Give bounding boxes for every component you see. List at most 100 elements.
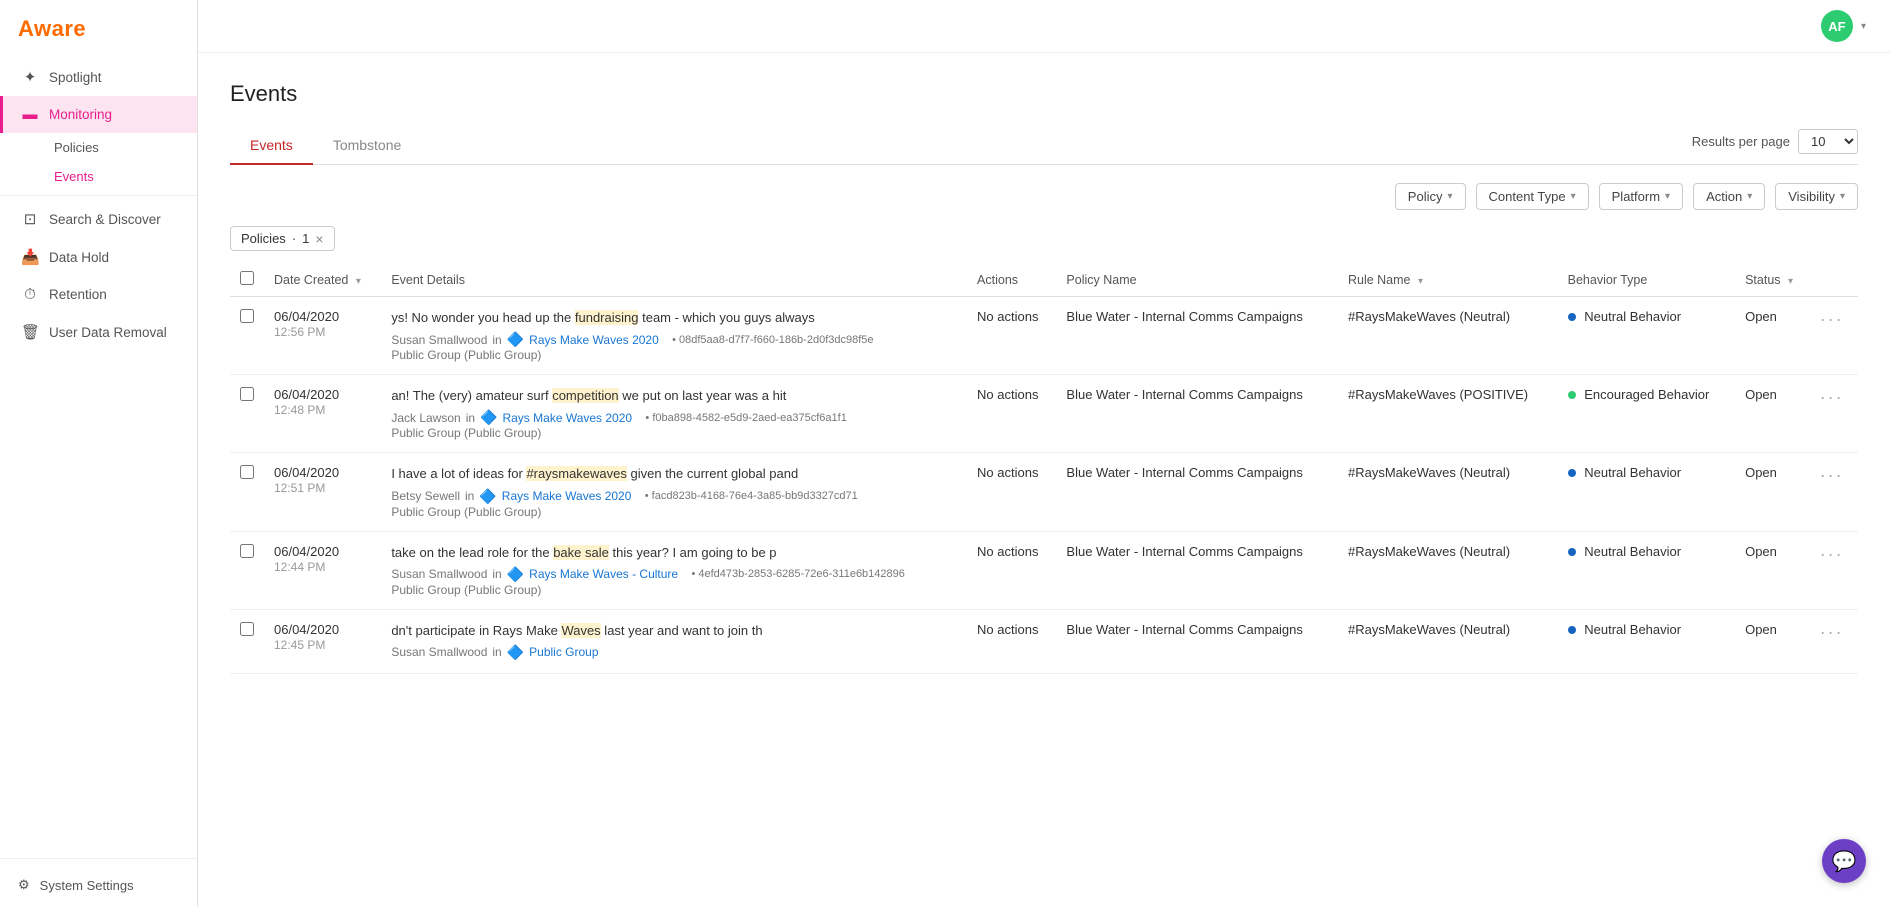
sidebar-monitoring-submenu: Policies Events xyxy=(0,133,197,191)
row-status: Open xyxy=(1735,609,1810,673)
row-group-type: Public Group (Public Group) xyxy=(391,583,957,597)
sidebar-item-search-discover[interactable]: ⊡ Search & Discover xyxy=(0,200,197,238)
user-avatar: AF xyxy=(1821,10,1853,42)
row-more-menu-cell: ··· xyxy=(1810,453,1858,531)
user-menu-chevron[interactable]: ▾ xyxy=(1861,21,1866,32)
col-date-created[interactable]: Date Created ▾ xyxy=(264,263,381,297)
table-row: 06/04/2020 12:48 PM an! The (very) amate… xyxy=(230,375,1858,453)
sidebar-item-monitoring[interactable]: ▬ Monitoring xyxy=(0,96,197,133)
row-checkbox-cell xyxy=(230,531,264,609)
row-behavior-type: Neutral Behavior xyxy=(1558,531,1735,609)
results-per-page-select[interactable]: 10 25 50 100 xyxy=(1798,129,1858,154)
row-more-menu-btn[interactable]: ··· xyxy=(1820,387,1844,407)
sidebar-item-label: Spotlight xyxy=(49,70,102,85)
sidebar-item-label: Search & Discover xyxy=(49,212,161,227)
events-table: Date Created ▾ Event Details Actions Pol… xyxy=(230,263,1858,674)
app-logo: Aware xyxy=(0,0,197,58)
sidebar-sub-item-policies[interactable]: Policies xyxy=(44,133,197,162)
row-rule-name: #RaysMakeWaves (Neutral) xyxy=(1338,609,1558,673)
col-rule-name[interactable]: Rule Name ▾ xyxy=(1338,263,1558,297)
col-policy-name: Policy Name xyxy=(1056,263,1338,297)
sidebar-nav: ✦ Spotlight ▬ Monitoring Policies Events… xyxy=(0,58,197,854)
filter-tag-policies: Policies · 1 × xyxy=(230,226,335,251)
filter-action-btn[interactable]: Action ▾ xyxy=(1693,183,1765,210)
filter-platform-btn[interactable]: Platform ▾ xyxy=(1599,183,1683,210)
behavior-dot xyxy=(1568,548,1576,556)
row-event-details[interactable]: ys! No wonder you head up the fundraisin… xyxy=(381,297,967,375)
filter-content-type-btn[interactable]: Content Type ▾ xyxy=(1476,183,1589,210)
results-per-page: Results per page 10 25 50 100 xyxy=(1692,129,1858,164)
row-checkbox[interactable] xyxy=(240,465,254,479)
platform-icon: 🔷 xyxy=(479,488,496,505)
sidebar-item-data-hold[interactable]: 📥 Data Hold xyxy=(0,238,197,276)
filter-policy-btn[interactable]: Policy ▾ xyxy=(1395,183,1466,210)
filter-tag-dot: · xyxy=(292,231,296,246)
tabs-left: Events Tombstone xyxy=(230,127,421,164)
sidebar: Aware ✦ Spotlight ▬ Monitoring Policies … xyxy=(0,0,198,907)
sidebar-item-user-data-removal[interactable]: 🗑 User Data Removal xyxy=(0,313,197,351)
row-group-type: Public Group (Public Group) xyxy=(391,426,957,440)
active-filters: Policies · 1 × xyxy=(230,226,1858,251)
row-date: 06/04/2020 12:44 PM xyxy=(264,531,381,609)
row-checkbox-cell xyxy=(230,453,264,531)
sort-icon: ▾ xyxy=(1788,276,1793,287)
spotlight-icon: ✦ xyxy=(21,68,39,86)
row-checkbox-cell xyxy=(230,375,264,453)
chevron-down-icon: ▾ xyxy=(1665,191,1670,202)
sidebar-item-label: User Data Removal xyxy=(49,325,167,340)
chevron-down-icon: ▾ xyxy=(1840,191,1845,202)
sidebar-item-retention[interactable]: ⏱ Retention xyxy=(0,276,197,313)
row-rule-name: #RaysMakeWaves (Neutral) xyxy=(1338,453,1558,531)
row-checkbox[interactable] xyxy=(240,622,254,636)
filter-visibility-btn[interactable]: Visibility ▾ xyxy=(1775,183,1858,210)
row-snippet: dn't participate in Rays Make Waves last… xyxy=(391,622,957,640)
filter-tag-close[interactable]: × xyxy=(315,232,323,246)
row-checkbox[interactable] xyxy=(240,309,254,323)
row-event-details[interactable]: take on the lead role for the bake sale … xyxy=(381,531,967,609)
row-author: Susan Smallwood xyxy=(391,567,487,581)
sidebar-item-label: Retention xyxy=(49,287,107,302)
col-status[interactable]: Status ▾ xyxy=(1735,263,1810,297)
row-author: Jack Lawson xyxy=(391,411,460,425)
select-all-checkbox[interactable] xyxy=(240,271,254,285)
row-snippet: take on the lead role for the bake sale … xyxy=(391,544,957,562)
row-event-details[interactable]: I have a lot of ideas for #raysmakewaves… xyxy=(381,453,967,531)
row-event-details[interactable]: dn't participate in Rays Make Waves last… xyxy=(381,609,967,673)
platform-icon: 🔷 xyxy=(480,409,497,426)
row-event-details[interactable]: an! The (very) amateur surf competition … xyxy=(381,375,967,453)
table-row: 06/04/2020 12:51 PM I have a lot of idea… xyxy=(230,453,1858,531)
platform-icon: 🔷 xyxy=(507,644,524,661)
sidebar-item-system-settings[interactable]: ⚙ System Settings xyxy=(0,863,197,907)
sidebar-divider-1 xyxy=(0,195,197,196)
row-more-menu-btn[interactable]: ··· xyxy=(1820,544,1844,564)
behavior-dot xyxy=(1568,391,1576,399)
chat-icon: 💬 xyxy=(1832,849,1857,874)
row-meta: Susan Smallwood in 🔷 Rays Make Waves 202… xyxy=(391,331,957,348)
row-author: Susan Smallwood xyxy=(391,645,487,659)
row-actions: No actions xyxy=(967,375,1056,453)
platform-icon: 🔷 xyxy=(507,331,524,348)
chat-button[interactable]: 💬 xyxy=(1822,839,1866,883)
sidebar-item-label: Data Hold xyxy=(49,250,109,265)
row-checkbox[interactable] xyxy=(240,387,254,401)
sidebar-item-spotlight[interactable]: ✦ Spotlight xyxy=(0,58,197,96)
monitoring-icon: ▬ xyxy=(21,106,39,123)
user-data-removal-icon: 🗑 xyxy=(21,323,39,341)
row-snippet: ys! No wonder you head up the fundraisin… xyxy=(391,309,957,327)
row-date: 06/04/2020 12:56 PM xyxy=(264,297,381,375)
row-policy-name: Blue Water - Internal Comms Campaigns xyxy=(1056,297,1338,375)
row-more-menu-btn[interactable]: ··· xyxy=(1820,465,1844,485)
filter-tag-label: Policies xyxy=(241,231,286,246)
row-more-menu-btn[interactable]: ··· xyxy=(1820,622,1844,642)
row-more-menu-btn[interactable]: ··· xyxy=(1820,309,1844,329)
logo-text: Aware xyxy=(18,16,86,41)
behavior-dot xyxy=(1568,626,1576,634)
table-row: 06/04/2020 12:45 PM dn't participate in … xyxy=(230,609,1858,673)
settings-icon: ⚙ xyxy=(18,877,30,893)
tab-events[interactable]: Events xyxy=(230,127,313,165)
row-checkbox[interactable] xyxy=(240,544,254,558)
main-content: AF ▾ Events Events Tombstone Results per… xyxy=(198,0,1890,907)
tab-tombstone[interactable]: Tombstone xyxy=(313,127,421,165)
sidebar-sub-item-events[interactable]: Events xyxy=(44,162,197,191)
row-group-type: Public Group (Public Group) xyxy=(391,348,957,362)
